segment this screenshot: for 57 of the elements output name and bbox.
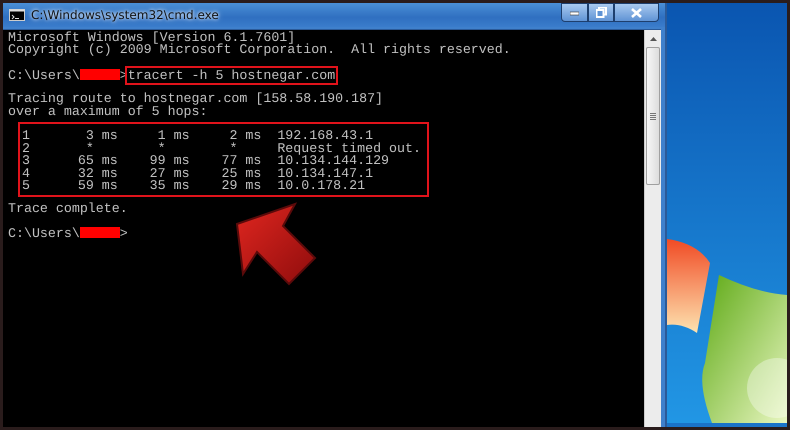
window-title: C:\Windows\system32\cmd.exe bbox=[31, 8, 220, 22]
close-button[interactable] bbox=[614, 3, 659, 22]
time-unit: ms bbox=[245, 168, 262, 180]
console-line: Trace complete. bbox=[8, 202, 129, 216]
prompt-path: C:\Users\ bbox=[8, 226, 80, 242]
hop-number: 3 bbox=[22, 155, 31, 168]
time-unit: ms bbox=[102, 180, 118, 193]
hop-time: 77 bbox=[220, 155, 238, 168]
restore-icon bbox=[596, 7, 606, 18]
time-unit: ms bbox=[174, 155, 190, 168]
hop-number: 5 bbox=[22, 180, 31, 193]
time-unit: ms bbox=[245, 155, 262, 168]
grip-icon bbox=[650, 112, 656, 120]
hop-number: 4 bbox=[22, 168, 31, 180]
hop-time: 1 bbox=[156, 130, 166, 142]
time-unit: ms bbox=[102, 155, 118, 168]
console-line: over a maximum of 5 hops: bbox=[8, 106, 208, 118]
hop-time: 65 bbox=[76, 155, 94, 168]
caret-up-icon bbox=[650, 36, 656, 40]
hop-time: * bbox=[158, 142, 166, 155]
minimize-icon bbox=[570, 9, 579, 16]
time-unit: ms bbox=[174, 168, 190, 180]
hop-host: 192.168.43.1 bbox=[277, 130, 374, 142]
hop-host: 10.134.144.129 bbox=[277, 155, 390, 168]
hop-host: Request timed out. bbox=[277, 142, 421, 155]
time-unit: ms bbox=[245, 180, 262, 193]
hop-time: * bbox=[86, 142, 94, 155]
time-unit: ms bbox=[174, 180, 190, 193]
hop-host: 10.134.147.1 bbox=[277, 168, 374, 180]
hop-number: 2 bbox=[22, 142, 31, 155]
hop-time: 59 bbox=[76, 180, 94, 193]
console-line: Microsoft Windows [Version 6.1.7601] bbox=[8, 32, 296, 44]
minimize-button[interactable] bbox=[561, 3, 588, 22]
hop-time: * bbox=[229, 142, 238, 155]
console-line: Copyright (c) 2009 Microsoft Corporation. All rights reserved. bbox=[8, 44, 512, 57]
time-unit: ms bbox=[102, 130, 118, 142]
time-unit: ms bbox=[174, 130, 190, 142]
hop-time: 99 bbox=[148, 155, 166, 168]
time-unit: ms bbox=[102, 168, 118, 180]
hop-time: 3 bbox=[84, 130, 94, 142]
prompt-path: C:\Users\ bbox=[8, 68, 80, 83]
console-line: Tracing route to hostnegar.com [158.58.190.187] bbox=[8, 93, 384, 106]
command-text: tracert -h 5 hostnegar.com bbox=[124, 66, 338, 85]
scrollbar-thumb[interactable] bbox=[646, 47, 660, 185]
hop-time: 2 bbox=[228, 130, 238, 142]
prompt-symbol: > bbox=[120, 226, 128, 242]
hop-time: 29 bbox=[220, 180, 238, 193]
hop-host: 10.0.178.21 bbox=[277, 180, 366, 193]
time-unit: ms bbox=[245, 130, 262, 142]
hop-time: 32 bbox=[76, 168, 94, 180]
hop-time: 35 bbox=[148, 180, 166, 193]
hop-time: 27 bbox=[148, 168, 166, 180]
terminal-icon bbox=[9, 9, 25, 21]
restore-button[interactable] bbox=[588, 3, 614, 22]
close-icon bbox=[631, 8, 642, 18]
hop-time: 25 bbox=[220, 168, 238, 180]
hop-number: 1 bbox=[22, 130, 31, 142]
